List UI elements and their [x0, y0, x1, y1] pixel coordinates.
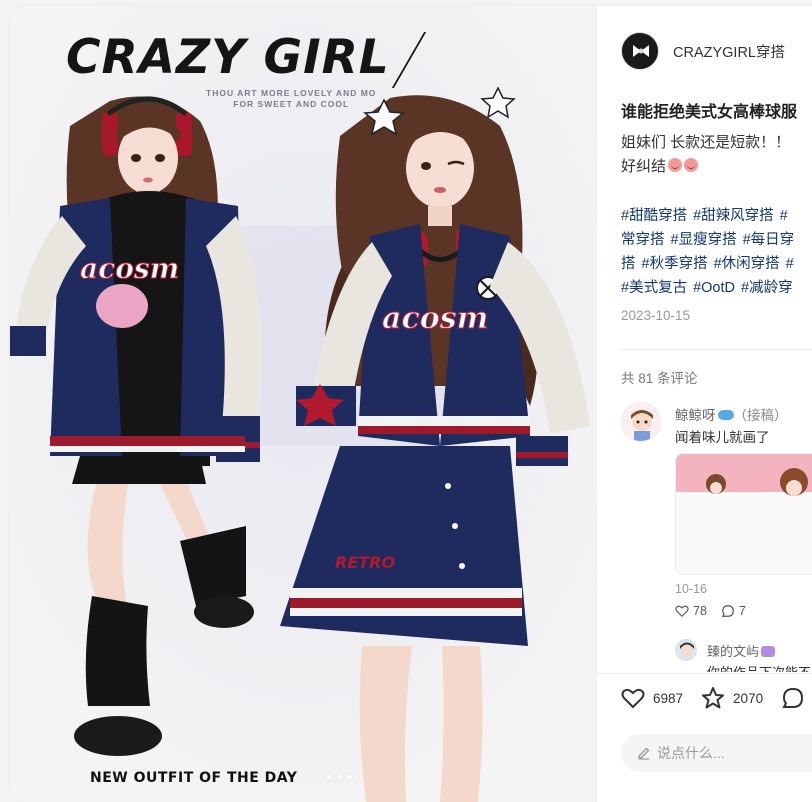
pencil-icon	[638, 747, 650, 760]
note-card: acosm acosm RETRO CRAZY GIRL THOU ART MO…	[10, 6, 812, 802]
badge-icon	[717, 410, 734, 420]
comment-image-art	[706, 468, 808, 496]
hashtag-line: 搭 #秋季穿搭 #休闲穿搭 #	[621, 252, 812, 276]
hashtag[interactable]: #甜辣风穿搭	[693, 208, 774, 224]
post-body: 姐妹们 长款还是短款！！ 好纠结	[621, 131, 790, 179]
comment-date: 10-16	[675, 582, 707, 596]
hashtag[interactable]: #OotD	[693, 280, 735, 296]
author-info[interactable]: CRAZYGIRL穿搭	[621, 32, 785, 70]
hashtag-line: 常穿搭 #显瘦穿搭 #每日穿	[621, 228, 812, 252]
chat-bubble-icon	[721, 605, 734, 617]
commenter-role: （接稿）	[733, 408, 788, 423]
author-avatar[interactable]	[621, 32, 659, 70]
svg-text:acosm: acosm	[382, 301, 488, 336]
outfit-photo: acosm acosm RETRO	[10, 6, 596, 802]
hashtag-list: #甜酷穿搭 #甜辣风穿搭 # 常穿搭 #显瘦穿搭 #每日穿 搭 #秋季穿搭 #休闲穿搭 # #…	[621, 204, 812, 300]
badge-icon	[761, 646, 776, 657]
note-sidebar: CRAZYGIRL穿搭 谁能拒绝美式女高棒球服 姐妹们 长款还是短款！！ 好纠结…	[596, 6, 812, 802]
carousel-dot[interactable]	[326, 774, 332, 780]
star-icon	[702, 687, 725, 709]
post-title: 谁能拒绝美式女高棒球服	[621, 104, 798, 121]
commenter-name-text: 鲸鲸呀	[675, 408, 716, 423]
page: acosm acosm RETRO CRAZY GIRL THOU ART MO…	[0, 0, 812, 802]
hashtag[interactable]: #	[780, 208, 788, 224]
author-name[interactable]: CRAZYGIRL穿搭	[673, 41, 785, 62]
svg-text:RETRO: RETRO	[335, 553, 395, 572]
like-count: 6987	[653, 690, 684, 706]
comment-like-button[interactable]: 78	[675, 604, 707, 618]
tagline: THOU ART MORE LOVELY AND MO FOR SWEET AN…	[206, 88, 376, 110]
hashtag[interactable]: #美式复古	[621, 280, 687, 296]
emoji-icon	[684, 158, 699, 172]
footer-caption: NEW OUTFIT OF THE DAY	[90, 770, 298, 786]
post-date: 2023-10-15	[621, 308, 691, 323]
svg-text:acosm: acosm	[80, 252, 179, 285]
hashtag[interactable]: #显瘦穿搭	[671, 232, 737, 248]
avatar-illustration	[631, 410, 653, 441]
chat-bubble-icon	[782, 687, 804, 708]
commenter-name-text: 臻的文屿	[707, 644, 760, 659]
hashtag[interactable]: 常穿搭	[621, 232, 665, 248]
comment-input-placeholder: 说点什么...	[657, 745, 725, 761]
divider	[597, 673, 812, 674]
post-body-line-2: 好纠结	[621, 155, 790, 179]
comment-image[interactable]	[675, 453, 812, 575]
hashtag[interactable]: 搭	[621, 256, 636, 272]
comment-button[interactable]: 8	[781, 686, 812, 710]
commenter-name[interactable]: 鲸鲸呀 （接稿）	[675, 404, 788, 424]
comment-text: 你的作品下次能不	[707, 662, 811, 672]
hashtag[interactable]: #每日穿	[743, 232, 795, 248]
hashtag-line: #甜酷穿搭 #甜辣风穿搭 #	[621, 204, 812, 228]
carousel-dot[interactable]	[337, 774, 342, 779]
comment-input[interactable]: 说点什么...	[621, 734, 812, 772]
collect-count: 2070	[733, 690, 764, 706]
like-button[interactable]: 6987	[621, 687, 683, 709]
commenter-name[interactable]: 臻的文屿	[707, 641, 776, 660]
commenter-avatar[interactable]	[675, 639, 697, 661]
tagline-line-1: THOU ART MORE LOVELY AND MO	[206, 88, 377, 98]
hashtag[interactable]: #秋季穿搭	[642, 256, 708, 272]
comment-text: 闻着味儿就画了	[675, 430, 770, 445]
comment-actions: 78 7	[675, 604, 760, 618]
hashtag[interactable]: #减龄穿	[741, 280, 793, 296]
divider	[621, 349, 812, 350]
post-body-line-1: 姐妹们 长款还是短款！！	[621, 134, 791, 151]
heart-icon	[621, 688, 645, 709]
bow-icon	[633, 45, 649, 57]
hashtag[interactable]: #甜酷穿搭	[621, 208, 687, 224]
engagement-bar: 6987 2070 8	[621, 686, 812, 710]
post-body-line-2-text: 好纠结	[621, 158, 667, 175]
comment-reply-button[interactable]: 7	[721, 604, 746, 618]
heart-icon	[675, 605, 689, 618]
hashtag-line: #美式复古 #OotD #减龄穿	[621, 276, 812, 300]
comment-reply-count: 7	[738, 604, 746, 618]
comment-like-count: 78	[693, 604, 707, 618]
brand-title: CRAZY GIRL	[66, 30, 390, 85]
collect-button[interactable]: 2070	[701, 686, 763, 710]
carousel-dot[interactable]	[347, 774, 352, 779]
comment-count: 共 81 条评论	[621, 371, 698, 386]
avatar-illustration	[680, 642, 694, 656]
emoji-icon	[668, 158, 683, 172]
tagline-line-2: FOR SWEET AND COOL	[233, 99, 350, 109]
hashtag[interactable]: #休闲穿搭	[714, 256, 780, 272]
carousel-dots	[326, 774, 352, 780]
hashtag[interactable]: #	[786, 256, 794, 272]
commenter-avatar[interactable]	[621, 402, 661, 442]
note-image-carousel[interactable]: acosm acosm RETRO CRAZY GIRL THOU ART MO…	[10, 6, 596, 802]
